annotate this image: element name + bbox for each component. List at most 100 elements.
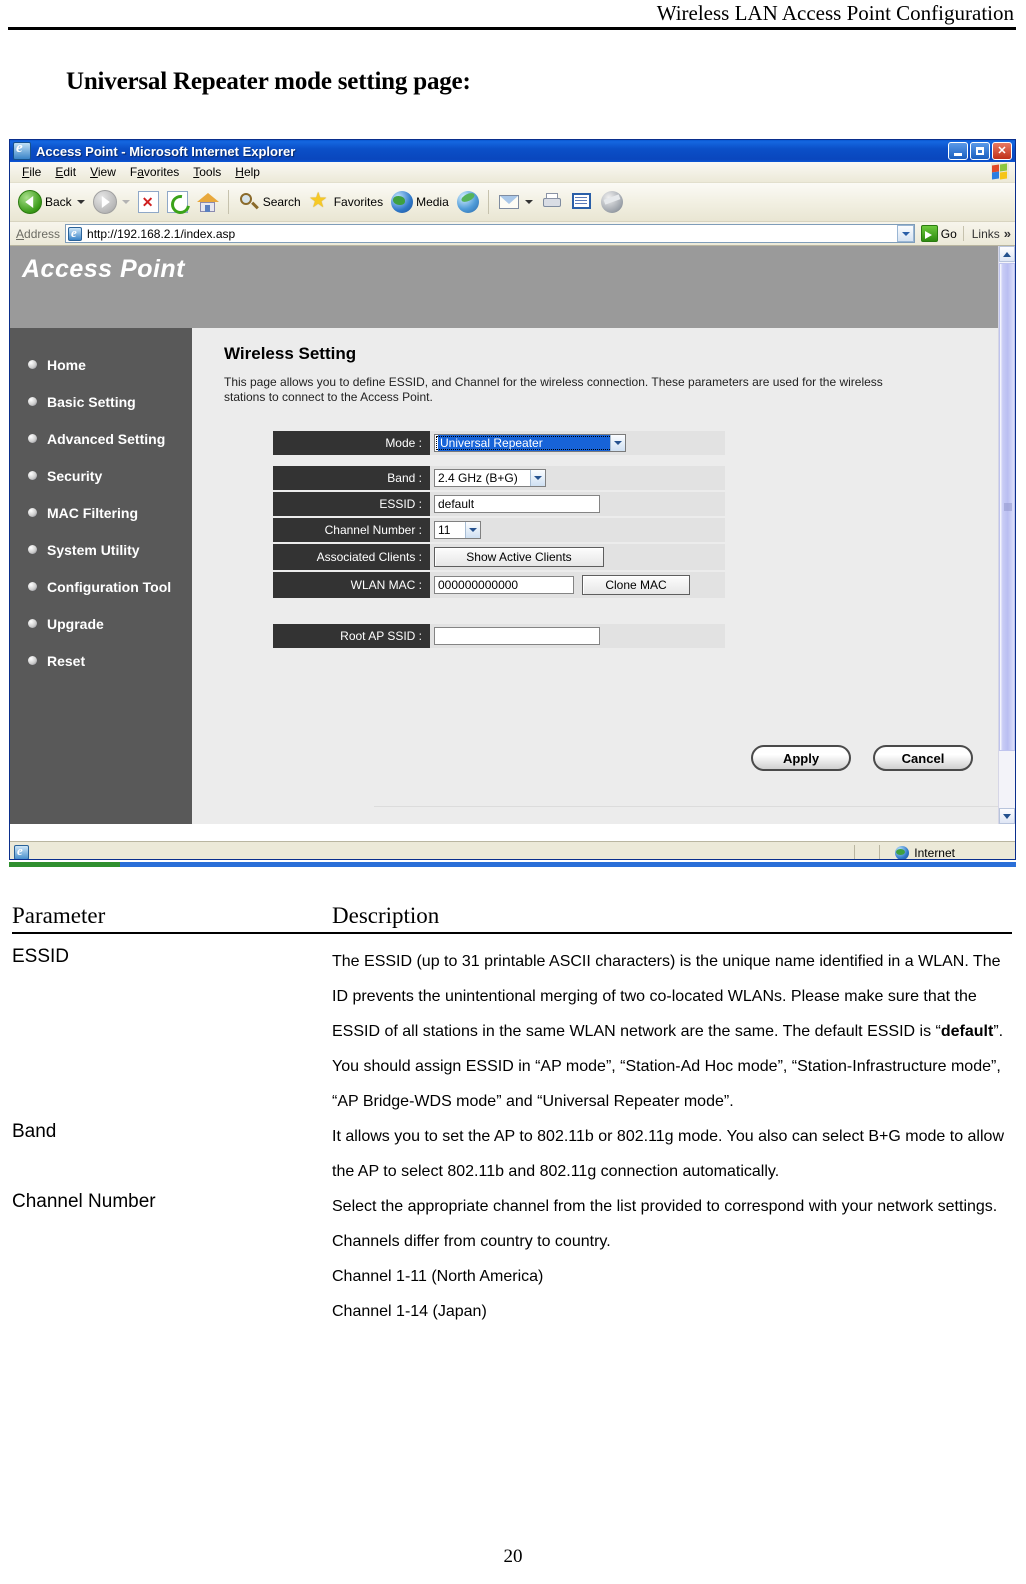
- taskbar-strip: [9, 862, 1016, 867]
- root-ap-ssid-input[interactable]: [434, 627, 600, 645]
- statusbar-divider-2: [879, 845, 880, 859]
- print-button[interactable]: [537, 190, 567, 214]
- essid-label: ESSID :: [273, 492, 430, 516]
- menu-favorites[interactable]: Favorites: [123, 164, 186, 180]
- form-row-essid: ESSID : default: [273, 492, 725, 516]
- search-button[interactable]: Search: [234, 189, 305, 215]
- home-button[interactable]: [192, 189, 223, 215]
- sidebar-item-configuration-tool[interactable]: Configuration Tool: [10, 568, 192, 605]
- show-active-clients-button[interactable]: Show Active Clients: [434, 547, 604, 567]
- minimize-button[interactable]: [948, 142, 968, 160]
- band-select[interactable]: 2.4 GHz (B+G): [434, 469, 546, 487]
- document-header-rule: [8, 27, 1016, 30]
- refresh-button[interactable]: [163, 189, 192, 215]
- stop-button[interactable]: [134, 189, 163, 215]
- mail-dropdown-icon[interactable]: [524, 200, 533, 204]
- menu-file-rest: ile: [29, 165, 42, 179]
- menu-help[interactable]: Help: [228, 164, 267, 180]
- star-icon: [309, 188, 331, 213]
- address-bar: Address http://192.168.2.1/index.asp Go …: [10, 222, 1015, 246]
- parameter-name: Channel Number: [12, 1191, 156, 1212]
- wireless-setting-form: Mode : Universal Repeater Band : 2.4 GHz…: [273, 431, 1015, 648]
- cancel-button[interactable]: Cancel: [873, 745, 973, 771]
- chevron-down-icon[interactable]: [610, 435, 625, 451]
- scroll-up-button[interactable]: [999, 246, 1015, 262]
- back-dropdown-icon[interactable]: [76, 200, 85, 204]
- address-dropdown-icon[interactable]: [896, 225, 914, 242]
- sidebar-item-label: System Utility: [47, 541, 140, 558]
- toolbar-separator-2: [487, 190, 489, 214]
- sidebar-item-label: Advanced Setting: [47, 430, 166, 447]
- wlan-mac-control: 000000000000 Clone MAC: [430, 572, 725, 598]
- go-button[interactable]: Go: [915, 225, 963, 242]
- root-ap-ssid-label: Root AP SSID :: [273, 624, 430, 648]
- scrollbar-thumb[interactable]: [999, 263, 1015, 751]
- links-bar[interactable]: Links »: [962, 226, 1015, 241]
- associated-clients-control: Show Active Clients: [430, 544, 725, 570]
- favorites-button[interactable]: Favorites: [305, 188, 387, 215]
- menu-edit-rest: dit: [63, 165, 77, 179]
- refresh-icon: [166, 191, 188, 213]
- horizontal-scrollbar[interactable]: [374, 806, 998, 824]
- sidebar-item-security[interactable]: Security: [10, 457, 192, 494]
- vertical-scrollbar[interactable]: [998, 246, 1015, 824]
- mode-select-value: Universal Repeater: [438, 435, 610, 451]
- document-header: Wireless LAN Access Point Configuration: [0, 0, 1026, 32]
- menu-file[interactable]: File: [15, 164, 48, 180]
- close-button[interactable]: [992, 142, 1012, 160]
- chevron-right-icon[interactable]: »: [1004, 226, 1011, 241]
- form-row-associated-clients: Associated Clients : Show Active Clients: [273, 544, 725, 570]
- sidebar-item-system-utility[interactable]: System Utility: [10, 531, 192, 568]
- page-description: This page allows you to define ESSID, an…: [224, 375, 883, 404]
- menu-edit[interactable]: Edit: [48, 164, 83, 180]
- root-ap-ssid-control: [430, 624, 725, 648]
- history-button[interactable]: [453, 189, 483, 215]
- form-row-wlan-mac: WLAN MAC : 000000000000 Clone MAC: [273, 572, 725, 598]
- menu-tools[interactable]: Tools: [186, 164, 228, 180]
- address-input[interactable]: http://192.168.2.1/index.asp: [65, 224, 915, 243]
- printer-icon: [541, 192, 563, 212]
- scroll-down-button[interactable]: [999, 808, 1015, 824]
- bullet-icon: [28, 545, 37, 554]
- document-header-title: Wireless LAN Access Point Configuration: [656, 1, 1014, 25]
- sidebar-item-advanced-setting[interactable]: Advanced Setting: [10, 420, 192, 457]
- channel-number-select[interactable]: 11: [434, 521, 481, 539]
- home-icon: [196, 191, 219, 213]
- clone-mac-button[interactable]: Clone MAC: [582, 575, 690, 595]
- sidebar-item-upgrade[interactable]: Upgrade: [10, 605, 192, 642]
- forward-button[interactable]: [89, 188, 134, 216]
- sidebar-item-basic-setting[interactable]: Basic Setting: [10, 383, 192, 420]
- parameter-name: Band: [12, 1121, 57, 1142]
- mail-button[interactable]: [494, 191, 537, 213]
- bullet-icon: [28, 508, 37, 517]
- restore-button[interactable]: [970, 142, 990, 160]
- essid-input[interactable]: default: [434, 495, 600, 513]
- media-button[interactable]: Media: [387, 189, 453, 215]
- menu-view[interactable]: View: [83, 164, 123, 180]
- back-arrow-icon: [18, 190, 42, 214]
- apply-button[interactable]: Apply: [751, 745, 851, 771]
- column-header-parameter: Parameter: [12, 903, 106, 928]
- sidebar-item-home[interactable]: Home: [10, 346, 192, 383]
- wlan-mac-input[interactable]: 000000000000: [434, 576, 574, 594]
- links-label: Links: [971, 226, 1000, 241]
- messenger-button[interactable]: [597, 189, 627, 215]
- back-button[interactable]: Back: [14, 188, 89, 216]
- channel-control: 11: [430, 518, 725, 542]
- app-banner: Access Point: [10, 246, 1015, 328]
- chevron-down-icon[interactable]: [465, 522, 480, 538]
- parameter-description: The ESSID (up to 31 printable ASCII char…: [332, 953, 1004, 1110]
- go-arrow-icon: [920, 225, 938, 242]
- back-button-label: Back: [45, 195, 72, 209]
- windows-logo-icon: [991, 163, 1009, 180]
- sidebar-item-mac-filtering[interactable]: MAC Filtering: [10, 494, 192, 531]
- edit-button[interactable]: [567, 190, 597, 214]
- mode-select[interactable]: Universal Repeater: [434, 434, 626, 452]
- chevron-down-icon[interactable]: [530, 470, 545, 486]
- mode-control: Universal Repeater: [430, 431, 725, 455]
- browser-window: Access Point - Microsoft Internet Explor…: [9, 139, 1016, 860]
- window-controls: [948, 142, 1012, 160]
- app-banner-title: Access Point: [22, 255, 186, 283]
- band-label: Band :: [273, 466, 430, 490]
- sidebar-item-reset[interactable]: Reset: [10, 642, 192, 679]
